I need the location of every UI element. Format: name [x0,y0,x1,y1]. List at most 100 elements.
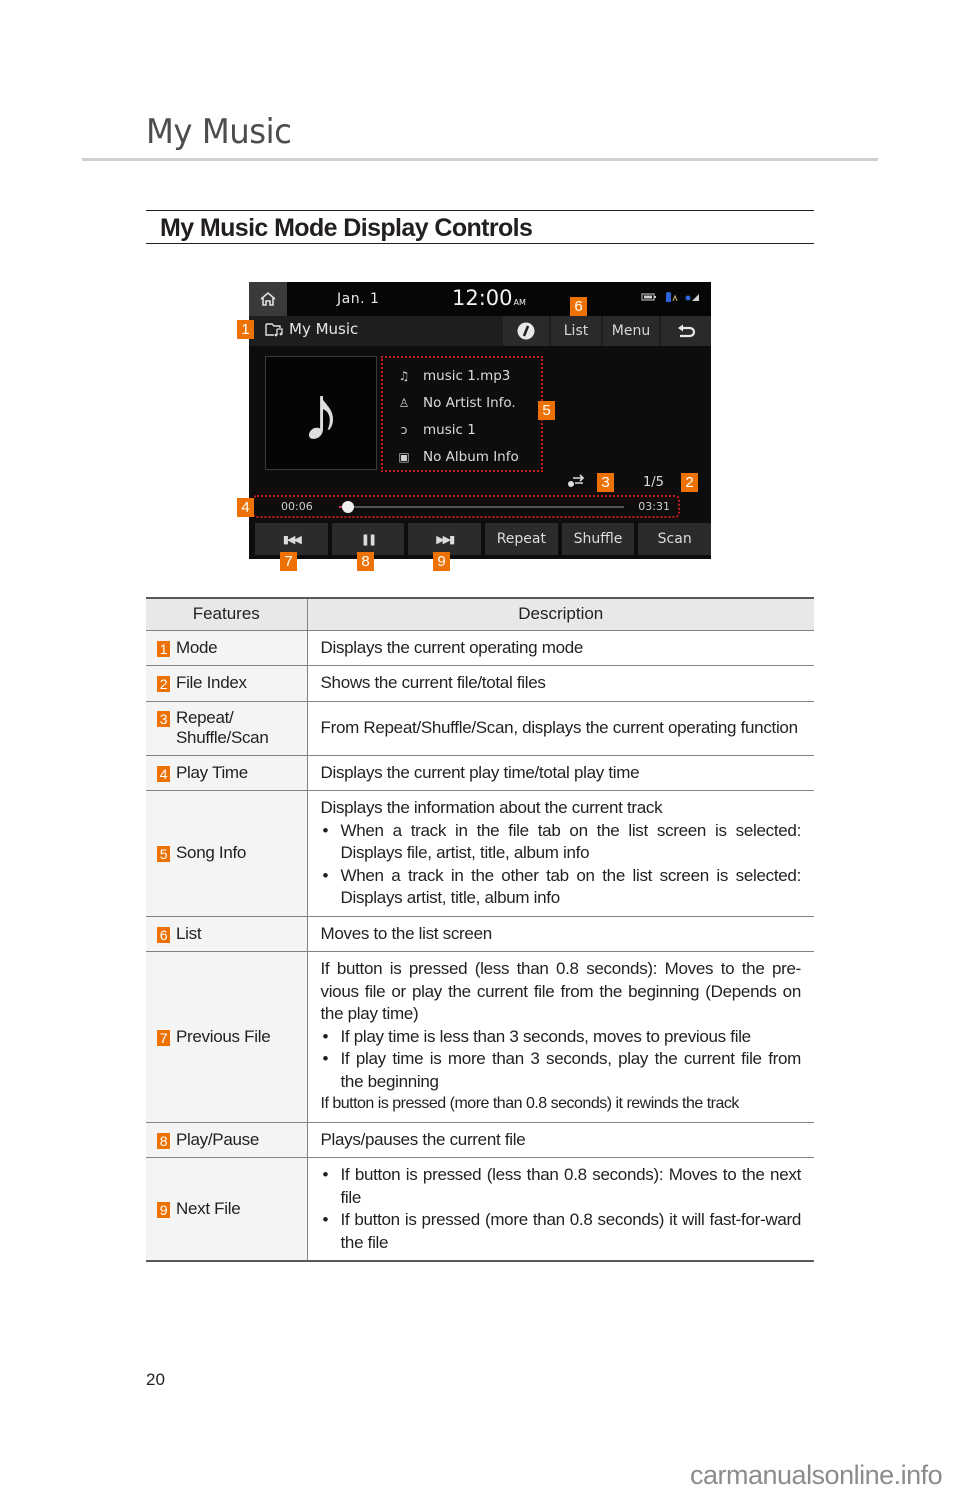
table-row: 6 List Moves to the list screen [146,916,814,952]
home-button[interactable] [249,282,287,316]
scan-button[interactable]: Scan [638,523,712,555]
row-badge: 6 [157,926,170,943]
song-file-row: ♫ music 1.mp3 [397,362,541,389]
status-date: Jan. 1 [337,291,380,307]
watermark: carmanualsonline.info [690,1460,943,1490]
progress-track[interactable] [339,501,624,513]
feature-name: Repeat/Shuffle/Scan [176,708,269,748]
section-title: My Music Mode Display Controls [160,214,533,242]
sound-icon [517,322,535,340]
table-row: 7 Previous File If button is pressed (les… [146,951,814,1123]
callout-6: 6 [570,297,587,316]
callout-8: 8 [357,552,374,571]
song-album: No Album Info [423,448,519,465]
folder-music-icon [265,323,283,337]
row-badge: 2 [157,676,170,693]
table-row: 1 Mode Displays the current operating mod… [146,630,814,666]
song-artist: No Artist Info. [423,394,516,411]
total-time: 03:31 [638,500,670,513]
row-badge: 8 [157,1132,170,1149]
feature-name: Next File [176,1199,241,1218]
clock-time: 12:00 [452,286,513,310]
callout-3: 3 [597,473,614,492]
feature-name: Play/Pause [176,1129,259,1149]
file-index: 1/5 [643,475,664,490]
mode-indicator: My Music [265,320,358,338]
repeat-mode-indicator [567,474,587,491]
description-bullet: If button is pressed (less than 0.8 seco… [321,1164,802,1209]
mode-bar: My Music List Menu [249,316,711,346]
next-button[interactable]: ▶▶▮ [408,523,482,555]
row-badge: 9 [157,1202,170,1218]
playback-controls: ▮◀◀ ❚❚ ▶▶▮ Repeat Shuffle Scan [255,523,712,555]
callout-7: 7 [280,552,297,571]
song-file: music 1.mp3 [423,367,511,384]
feature-description: Plays/pauses the current file [307,1122,814,1158]
file-music-icon: ♫ [398,368,410,383]
song-artist-row: ♙ No Artist Info. [397,389,541,416]
description-text: Displays the information about the curre… [320,798,663,817]
description-bullet: When a track in the other tab on the lis… [321,865,802,910]
feature-description: From Repeat/Shuffle/Scan, displays the c… [307,701,814,756]
song-title-row: ↄ music 1 [397,416,541,443]
row-badge: 4 [157,765,170,782]
feature-description: If button is pressed (less than 0.8 seco… [307,951,814,1123]
row-badge: 3 [157,711,170,727]
next-icon: ▶▶▮ [436,532,455,546]
head-unit-screen: Jan. 1 12:00AM My Music List Menu ♪ ♫ mus… [249,282,712,559]
row-badge: 5 [157,846,170,863]
status-time: 12:00AM [452,286,526,310]
title-icon: ↄ [400,422,408,437]
description-text: If button is pressed (more than 0.8 seco… [320,1095,740,1112]
status-bar: Jan. 1 12:00AM [249,282,711,316]
table-row: 4 Play Time Displays the current play tim… [146,755,814,791]
description-bullet: If button is pressed (more than 0.8 seco… [321,1209,802,1254]
header-features: Features [146,597,308,631]
pause-button[interactable]: ❚❚ [331,523,405,555]
table-row: 5 Song Info Displays the information abou… [146,790,814,917]
list-button[interactable]: List [551,316,601,346]
current-time: 00:06 [281,500,313,513]
shuffle-button[interactable]: Shuffle [561,523,635,555]
previous-icon: ▮◀◀ [282,532,302,546]
song-title: music 1 [423,421,476,438]
feature-name: Song Info [176,843,247,863]
feature-description: Shows the current file/total files [307,665,814,702]
feature-name: Play Time [176,762,248,782]
feature-name: List [176,923,202,943]
callout-2: 2 [681,473,698,492]
callout-5: 5 [538,401,555,420]
chapter-divider [82,158,878,161]
progress-thumb[interactable] [341,501,354,513]
feature-description: Moves to the list screen [307,916,814,952]
feature-description: Displays the information about the curre… [307,790,814,917]
back-button[interactable] [661,316,711,346]
callout-1: 1 [237,320,254,339]
description-bullet: If play time is more than 3 seconds, pla… [321,1048,802,1093]
feature-name: Mode [176,637,218,657]
feature-description: If button is pressed (less than 0.8 seco… [307,1157,814,1262]
page-number: 20 [146,1370,165,1389]
bluetooth-icon [666,292,678,302]
table-row: 8 Play/Pause Plays/pauses the current fil… [146,1122,814,1158]
album-art: ♪ [265,356,377,470]
menu-button[interactable]: Menu [603,316,659,346]
repeat-icon [568,474,585,487]
feature-name-line1: Repeat/ [176,708,234,727]
music-note-icon: ♪ [301,368,341,457]
feature-description: Displays the current play time/total pla… [307,755,814,791]
home-icon [260,291,276,306]
sound-button[interactable] [503,316,549,346]
previous-button[interactable]: ▮◀◀ [255,523,328,555]
description-bullet: If play time is less than 3 seconds, mov… [321,1026,802,1049]
description-bullet: When a track in the file tab on the list… [321,820,802,865]
feature-description: Displays the current operating mode [307,630,814,666]
table-row: 9 Next File If button is pressed (less th… [146,1157,814,1262]
battery-icon [641,293,656,301]
feature-name: Previous File [176,1026,271,1046]
mode-label: My Music [289,320,359,338]
callout-9: 9 [433,552,450,571]
album-icon: ▣ [398,449,410,464]
repeat-button[interactable]: Repeat [485,523,558,555]
song-info-panel: ♫ music 1.mp3 ♙ No Artist Info. ↄ music 1 ▣… [381,356,543,472]
